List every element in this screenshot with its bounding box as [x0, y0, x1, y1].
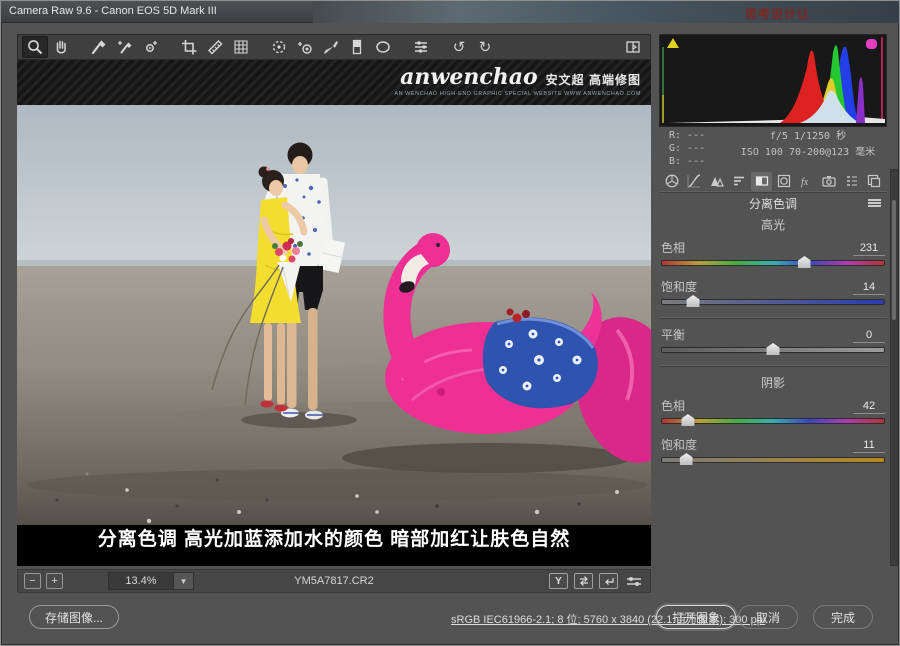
white-balance-tool-icon[interactable]: [86, 36, 112, 58]
titlebar-background-art: [313, 1, 899, 23]
save-image-button[interactable]: 存储图像...: [29, 605, 120, 629]
exposure-info: f/5 1/1250 秒: [769, 131, 847, 142]
highlights-saturation-slider[interactable]: [661, 295, 885, 307]
slider-thumb[interactable]: [686, 295, 700, 307]
watermark-cn-text: 安文超 高端修图: [545, 73, 641, 87]
adjustment-brush-tool-icon[interactable]: [318, 36, 344, 58]
zoom-tool-icon[interactable]: [22, 36, 48, 58]
window-title: Camera Raw 9.6 - Canon EOS 5D Mark III: [9, 5, 217, 17]
toolbar: ↺ ↻: [17, 34, 651, 60]
camera-raw-window: Camera Raw 9.6 - Canon EOS 5D Mark III 思…: [0, 0, 900, 646]
tab-tone-curve[interactable]: [684, 172, 705, 191]
radial-filter-tool-icon[interactable]: [370, 36, 396, 58]
highlight-clip-indicator[interactable]: [866, 39, 877, 49]
highlights-hue-slider[interactable]: [661, 256, 885, 268]
panel-title-row: 分离色调: [659, 194, 887, 212]
tab-camera-calibration[interactable]: [819, 172, 840, 191]
balance-slider[interactable]: [661, 343, 885, 355]
image-info: R: --- G: --- B: --- f/5 1/1250 秒 ISO 10…: [659, 129, 887, 169]
slider-thumb[interactable]: [797, 256, 811, 268]
slider-thumb[interactable]: [681, 414, 695, 426]
cancel-button[interactable]: 取消: [738, 605, 798, 629]
spot-removal-tool-icon[interactable]: [266, 36, 292, 58]
photo-watermark: anwenchao 安文超 高端修图 AN WENCHAO HIGH-END G…: [394, 66, 641, 98]
beach-scene: [17, 105, 651, 548]
rotate-left-icon[interactable]: ↺: [446, 36, 472, 58]
toggle-fullscreen-icon[interactable]: [620, 36, 646, 58]
adjustment-tabs: fx: [659, 171, 887, 192]
highlights-header: 高光: [760, 218, 785, 232]
rgb-r-value: R: ---: [669, 130, 706, 141]
tab-basic[interactable]: [661, 172, 682, 191]
tab-split-toning[interactable]: [751, 171, 773, 191]
panel-menu-icon[interactable]: [868, 198, 881, 208]
shadows-hue-value[interactable]: 42: [853, 400, 885, 414]
watermark-script-text: anwenchao: [400, 64, 538, 90]
tab-presets[interactable]: [841, 172, 862, 191]
tab-effects[interactable]: fx: [796, 172, 817, 191]
shadows-hue-label: 色相: [661, 399, 686, 413]
shadows-saturation-slider[interactable]: [661, 453, 885, 465]
tab-lens-corrections[interactable]: [774, 172, 795, 191]
highlights-saturation-value[interactable]: 14: [853, 281, 885, 295]
section-divider: [659, 365, 887, 366]
iso-lens-info: ISO 100 70-200@123 毫米: [740, 147, 876, 158]
zoom-in-button[interactable]: +: [46, 573, 63, 589]
preferences-tool-icon[interactable]: [408, 36, 434, 58]
photo-caption: 分离色调 高光加蓝添加水的颜色 暗部加红让肤色自然: [97, 529, 571, 550]
tab-detail[interactable]: [706, 172, 727, 191]
balance-value[interactable]: 0: [853, 329, 885, 343]
panel-scrollbar-thumb[interactable]: [892, 200, 896, 320]
zoom-out-button[interactable]: −: [24, 573, 41, 589]
svg-text:fx: fx: [801, 177, 809, 188]
histogram-panel: [659, 34, 887, 127]
chevron-down-icon: ▼: [179, 576, 188, 586]
shadows-saturation-label: 饱和度: [661, 438, 698, 452]
slider-thumb[interactable]: [679, 453, 693, 465]
preview-before-after-button[interactable]: Y: [549, 573, 568, 589]
balance-label: 平衡: [661, 328, 686, 342]
shadows-header: 阴影: [760, 376, 785, 390]
graduated-filter-tool-icon[interactable]: [344, 36, 370, 58]
zoom-level-value[interactable]: 13.4%: [108, 572, 174, 590]
open-image-button[interactable]: 打开图象: [656, 605, 737, 629]
color-sampler-tool-icon[interactable]: [112, 36, 138, 58]
photo: [17, 60, 651, 566]
hand-tool-icon[interactable]: [48, 36, 74, 58]
panel-title: 分离色调: [748, 196, 797, 211]
targeted-adjustment-tool-icon[interactable]: [138, 36, 164, 58]
highlights-hue-label: 色相: [661, 241, 686, 255]
shadows-hue-slider[interactable]: [661, 414, 885, 426]
swap-settings-button[interactable]: [574, 573, 593, 589]
panel-scrollbar[interactable]: [890, 169, 898, 566]
section-divider: [659, 317, 887, 318]
status-bar: − + 13.4% ▼ YM5A7817.CR2 Y: [17, 569, 651, 593]
zoom-level-dropdown[interactable]: ▼: [174, 572, 194, 590]
transform-tool-icon[interactable]: [228, 36, 254, 58]
copy-settings-button[interactable]: [599, 573, 618, 589]
red-eye-tool-icon[interactable]: [292, 36, 318, 58]
done-button[interactable]: 完成: [813, 605, 873, 629]
title-bar[interactable]: Camera Raw 9.6 - Canon EOS 5D Mark III 思…: [1, 1, 899, 23]
crop-tool-icon[interactable]: [176, 36, 202, 58]
shadows-saturation-value[interactable]: 11: [853, 439, 885, 453]
split-toning-panel: 高光 色相 231 饱和度 14 平衡 0 阴影 色相 42 饱和度 11: [659, 213, 887, 475]
straighten-tool-icon[interactable]: [202, 36, 228, 58]
tab-hsl-grayscale[interactable]: [729, 172, 750, 191]
preview-preferences-icon[interactable]: [624, 573, 644, 589]
highlights-saturation-label: 饱和度: [661, 280, 698, 294]
rgb-b-value: B: ---: [669, 156, 706, 167]
rotate-right-icon[interactable]: ↻: [472, 36, 498, 58]
rgb-g-value: G: ---: [669, 143, 706, 154]
overlay-note-text: 思考设计让: [745, 7, 811, 21]
slider-thumb[interactable]: [766, 343, 780, 355]
image-canvas[interactable]: anwenchao 安文超 高端修图 AN WENCHAO HIGH-END G…: [17, 60, 651, 566]
tab-snapshots[interactable]: [864, 172, 885, 191]
histogram-chart: [660, 35, 886, 126]
highlights-hue-value[interactable]: 231: [853, 242, 885, 256]
watermark-sub-text: AN WENCHAO HIGH-END GRAPHIC SPECIAL WEBS…: [394, 91, 641, 97]
